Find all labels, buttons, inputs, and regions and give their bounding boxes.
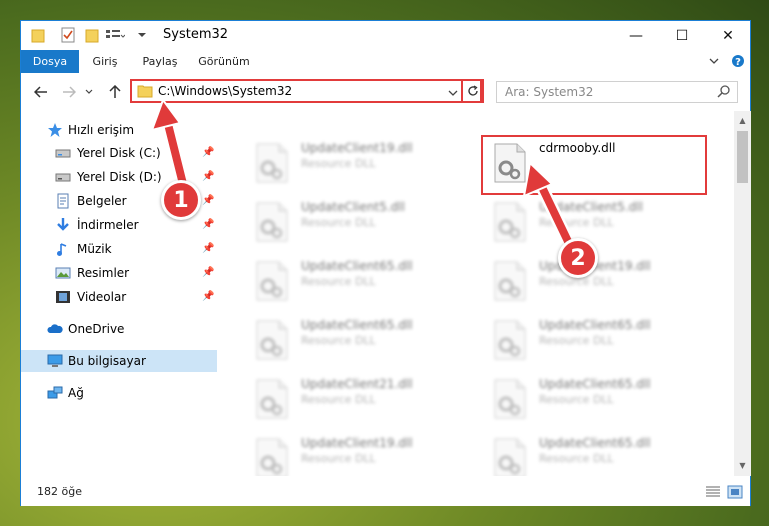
annotation-badge-1: 1 [161, 180, 201, 220]
annotation-badge-2: 2 [558, 238, 598, 278]
annotation-arrows [150, 97, 582, 263]
